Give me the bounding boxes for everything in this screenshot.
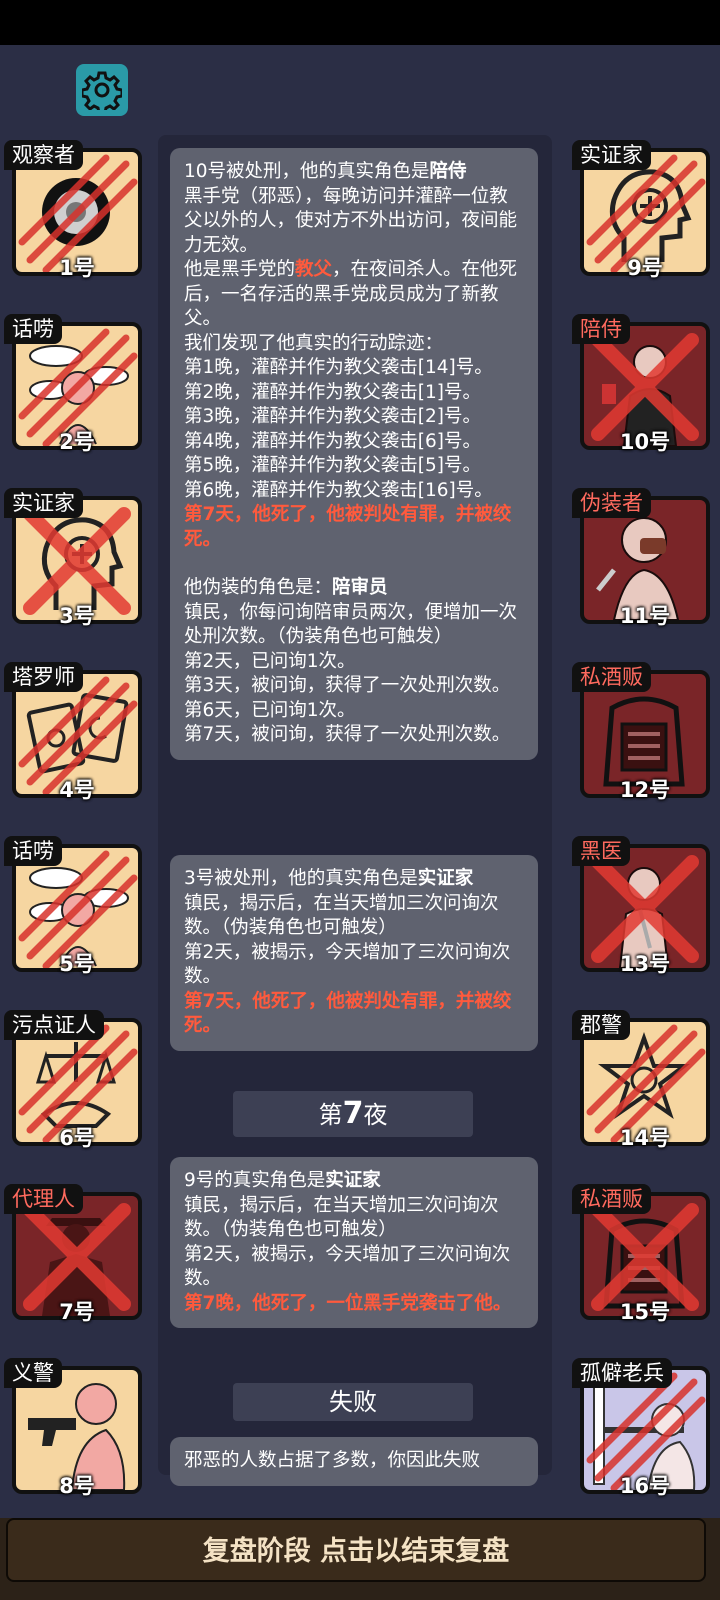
role-label: 观察者 <box>4 140 83 170</box>
action-trace-line: 第5晚，灌醉并作为教父袭击[5]号。 <box>184 455 481 476</box>
player-number: 3号 <box>59 604 95 628</box>
result-separator: 失败 <box>233 1383 473 1421</box>
player-number: 11号 <box>619 604 671 628</box>
player-number: 1号 <box>59 256 95 280</box>
role-label: 伪装者 <box>572 488 651 518</box>
action-trace-line: 第2天，被揭示，今天增加了三次问询次数。 <box>184 1243 511 1290</box>
role-label: 私酒贩 <box>572 1184 651 1214</box>
action-trace-line: 第2晚，灌醉并作为教父袭击[1]号。 <box>184 381 481 403</box>
log-message-execution-10: 10号被处刑，他的真实角色是陪侍 黑手党（邪恶），每晚访问并灌醉一位教父以外的人… <box>170 148 538 760</box>
action-trace-line: 第7天，被问询，获得了一次处刑次数。 <box>184 724 511 745</box>
player-number: 7号 <box>59 1300 95 1324</box>
player-card[interactable]: 污点证人 6号 <box>4 1010 150 1160</box>
role-label: 代理人 <box>4 1184 83 1214</box>
message-text: 他是黑手党的 <box>184 259 296 280</box>
separator-text: 第 <box>318 1101 343 1129</box>
death-notice: 第7晚，他死了，一位黑手党袭击了他。 <box>184 1292 512 1314</box>
role-name-text: 陪审员 <box>332 577 388 598</box>
player-card[interactable]: 观察者 1号 <box>4 140 150 290</box>
player-card[interactable]: 孤僻老兵 16号 <box>572 1358 718 1508</box>
result-text: 邪恶的人数占据了多数，你因此失败 <box>184 1450 481 1471</box>
separator-text: 失败 <box>329 1388 377 1416</box>
log-message-result: 邪恶的人数占据了多数，你因此失败 <box>170 1437 538 1486</box>
player-card[interactable]: 实证家 9号 <box>572 140 718 290</box>
role-label: 话唠 <box>4 314 62 344</box>
action-trace-line: 第3晚，灌醉并作为教父袭击[2]号。 <box>184 406 481 427</box>
role-description: 镇民，揭示后，在当天增加三次问询次数。（伪装角色也可触发） <box>184 1194 499 1241</box>
player-card[interactable]: 塔罗师 4号 <box>4 662 150 812</box>
role-label: 孤僻老兵 <box>572 1358 672 1388</box>
player-card[interactable]: 话唠 2号 <box>4 314 150 464</box>
role-label: 黑医 <box>572 836 630 866</box>
message-text: 3号被处刑，他的真实角色是 <box>184 868 418 889</box>
player-number: 14号 <box>619 1126 671 1150</box>
death-notice: 第7天，他死了，他被判处有罪，并被绞死。 <box>184 990 512 1037</box>
end-review-button[interactable]: 复盘阶段 点击以结束复盘 <box>6 1518 706 1582</box>
highlight-text: 教父 <box>295 259 333 280</box>
role-label: 话唠 <box>4 836 62 866</box>
action-trace-line: 第6晚，灌醉并作为教父袭击[16]号。 <box>184 479 493 501</box>
player-card[interactable]: 陪侍 10号 <box>572 314 718 464</box>
action-trace-line: 第2天，被揭示，今天增加了三次问询次数。 <box>184 941 511 988</box>
night-number: 7 <box>342 1096 364 1131</box>
role-description: 黑手党（邪恶），每晚访问并灌醉一位教父以外的人，使对方不外出访问，夜间能力无效。 <box>184 185 518 256</box>
player-card[interactable]: 义警 8号 <box>4 1358 150 1508</box>
player-card[interactable]: 黑医 13号 <box>572 836 718 986</box>
player-card[interactable]: 代理人 7号 <box>4 1184 150 1334</box>
log-message-reveal-9: 9号的真实角色是实证家 镇民，揭示后，在当天增加三次问询次数。（伪装角色也可触发… <box>170 1157 538 1328</box>
player-number: 16号 <box>619 1474 671 1498</box>
player-number: 12号 <box>619 778 671 802</box>
role-label: 塔罗师 <box>4 662 83 692</box>
player-number: 13号 <box>619 952 671 976</box>
action-trace-line: 第6天，已问询1次。 <box>184 699 356 721</box>
player-number: 15号 <box>619 1300 671 1324</box>
player-card[interactable]: 郡警 14号 <box>572 1010 718 1160</box>
separator-text: 夜 <box>363 1101 388 1129</box>
role-label: 私酒贩 <box>572 662 651 692</box>
player-card[interactable]: 话唠 5号 <box>4 836 150 986</box>
settings-button[interactable] <box>76 64 128 116</box>
player-number: 9号 <box>627 256 663 280</box>
message-text: 他伪装的角色是： <box>184 577 333 598</box>
death-notice: 第7天，他死了，他被判处有罪，并被绞死。 <box>184 504 512 550</box>
role-name-text: 实证家 <box>417 868 474 889</box>
message-text: 10号被处刑，他的真实角色是 <box>184 161 430 182</box>
player-number: 5号 <box>59 952 95 976</box>
player-card[interactable]: 伪装者 11号 <box>572 488 718 638</box>
action-trace-line: 第2天，已问询1次。 <box>184 650 356 672</box>
player-card[interactable]: 私酒贩 12号 <box>572 662 718 812</box>
player-number: 6号 <box>59 1126 95 1150</box>
role-label: 郡警 <box>572 1010 630 1040</box>
player-number: 10号 <box>619 430 671 454</box>
role-label: 污点证人 <box>4 1010 104 1040</box>
role-description: 镇民，揭示后，在当天增加三次问询次数。（伪装角色也可触发） <box>184 892 499 939</box>
player-card[interactable]: 实证家 3号 <box>4 488 150 638</box>
role-description: 镇民，你每问询陪审员两次，便增加一次处刑次数。（伪装角色也可触发） <box>184 601 518 648</box>
message-text: 9号的真实角色是 <box>184 1170 326 1191</box>
role-name-text: 实证家 <box>325 1170 381 1191</box>
role-label: 陪侍 <box>572 314 630 344</box>
role-label: 义警 <box>4 1358 62 1388</box>
role-name-text: 陪侍 <box>429 161 467 182</box>
log-message-execution-3: 3号被处刑，他的真实角色是实证家 镇民，揭示后，在当天增加三次问询次数。（伪装角… <box>170 855 538 1051</box>
message-text: 我们发现了他真实的行动踪迹： <box>184 332 444 354</box>
night-separator: 第7夜 <box>233 1091 473 1137</box>
role-label: 实证家 <box>572 140 651 170</box>
action-trace-line: 第1晚，灌醉并作为教父袭击[14]号。 <box>184 357 493 378</box>
action-trace-line: 第3天，被问询，获得了一次处刑次数。 <box>184 675 511 696</box>
player-number: 2号 <box>59 430 95 454</box>
status-bar <box>0 0 720 45</box>
player-number: 4号 <box>59 778 95 802</box>
role-label: 实证家 <box>4 488 83 518</box>
gear-icon <box>82 71 122 110</box>
player-card[interactable]: 私酒贩 15号 <box>572 1184 718 1334</box>
player-number: 8号 <box>59 1474 95 1498</box>
action-trace-line: 第4晚，灌醉并作为教父袭击[6]号。 <box>184 430 481 452</box>
